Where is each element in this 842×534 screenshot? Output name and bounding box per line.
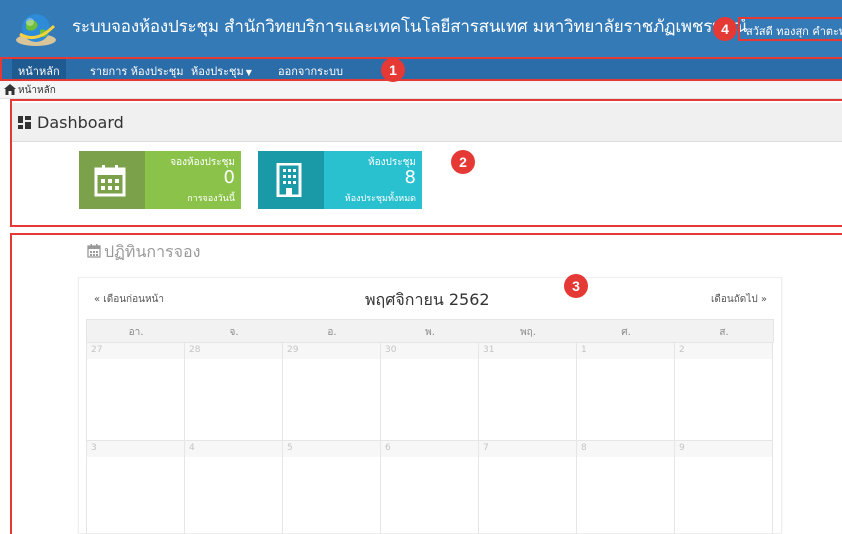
tile-body: ห้องประชุม 8 ห้องประชุมทั้งหมด	[324, 151, 422, 209]
day-number: 5	[287, 443, 293, 453]
day-number: 3	[91, 443, 97, 453]
tile-value: 8	[404, 167, 416, 188]
weekday-header: อา.	[128, 327, 144, 338]
user-greeting: สวัสดี ทองสุก คำตะพล	[746, 25, 842, 38]
weekday-header: พ.	[425, 327, 435, 338]
day-number-strip	[185, 441, 282, 457]
globe-logo-icon[interactable]	[14, 10, 58, 48]
next-month-link[interactable]: เดือนถัดไป »	[711, 292, 767, 307]
day-number: 6	[385, 443, 391, 453]
day-number: 1	[581, 345, 587, 355]
day-number-strip	[381, 441, 478, 457]
day-number: 29	[287, 345, 299, 355]
calendar-heading: ปฏิทินการจอง	[104, 242, 201, 261]
calendar-day-cell[interactable]: 8	[577, 441, 675, 534]
day-number: 7	[483, 443, 489, 453]
calendar-week: 27 28 29 30 31 1 2	[86, 343, 774, 441]
day-number-strip	[283, 441, 380, 457]
tile-value: 0	[223, 167, 235, 188]
calendar-heading-icon	[87, 244, 101, 258]
day-number-strip	[675, 343, 772, 359]
calendar-day-cell[interactable]: 29	[283, 343, 381, 441]
calendar-day-cell[interactable]: 31	[479, 343, 577, 441]
annotation-badge-3: 3	[564, 274, 588, 298]
weekday-header: พฤ.	[520, 327, 536, 338]
weekday-header: อ.	[327, 327, 337, 338]
weekday-header: ศ.	[621, 327, 631, 338]
calendar-day-cell[interactable]: 27	[87, 343, 185, 441]
calendar-day-cell[interactable]: 5	[283, 441, 381, 534]
calendar-day-cell[interactable]: 4	[185, 441, 283, 534]
nav-room-list[interactable]: รายการ ห้องประชุม	[90, 62, 184, 80]
annotation-badge-1: 1	[381, 58, 405, 82]
current-month-label: พฤศจิกายน 2562	[365, 290, 490, 309]
day-number-strip	[577, 343, 674, 359]
dashboard-title: Dashboard	[37, 113, 124, 132]
tile-total-rooms[interactable]: ห้องประชุม 8 ห้องประชุมทั้งหมด	[258, 151, 422, 209]
day-number: 27	[91, 345, 103, 355]
main-navbar: หน้าหลัก รายการ ห้องประชุม ห้องประชุม ▼ อ…	[0, 57, 842, 81]
nav-home[interactable]: หน้าหลัก	[12, 59, 66, 79]
day-number: 8	[581, 443, 587, 453]
nav-rooms-dropdown[interactable]: ห้องประชุม ▼	[191, 62, 252, 80]
dashboard-header: Dashboard	[12, 103, 842, 142]
breadcrumb-home[interactable]: หน้าหลัก	[18, 83, 56, 98]
page: ระบบจองห้องประชุม สำนักวิทยบริการและเทคโ…	[0, 0, 842, 534]
calendar-week: 3 4 5 6 7 8 9	[86, 441, 774, 534]
annotation-badge-4: 4	[713, 17, 737, 41]
tile-sub: ห้องประชุมทั้งหมด	[344, 194, 416, 204]
calendar-day-cell[interactable]: 9	[675, 441, 773, 534]
calendar-day-cell[interactable]: 6	[381, 441, 479, 534]
tile-icon-box	[79, 151, 145, 209]
calendar-day-cell[interactable]: 7	[479, 441, 577, 534]
weekday-header: ส.	[719, 327, 729, 338]
day-number-strip	[675, 441, 772, 457]
day-number: 31	[483, 345, 495, 355]
tile-icon-box	[258, 151, 324, 209]
nav-logout[interactable]: ออกจากระบบ	[278, 62, 343, 80]
day-number: 2	[679, 345, 685, 355]
calendar-day-cell[interactable]: 1	[577, 343, 675, 441]
tile-bookings-today[interactable]: จองห้องประชุม 0 การจองวันนี้	[79, 151, 241, 209]
tile-sub: การจองวันนี้	[187, 194, 235, 204]
calendar-day-cell[interactable]: 30	[381, 343, 479, 441]
building-icon	[276, 163, 302, 197]
day-number: 30	[385, 345, 397, 355]
caret-down-icon: ▼	[245, 68, 252, 77]
calendar-day-cell[interactable]: 2	[675, 343, 773, 441]
calendar-icon	[94, 165, 126, 197]
day-number-strip	[87, 441, 184, 457]
calendar-day-cell[interactable]: 28	[185, 343, 283, 441]
weekday-header: จ.	[229, 327, 239, 338]
tile-body: จองห้องประชุม 0 การจองวันนี้	[145, 151, 241, 209]
home-icon	[4, 84, 16, 95]
day-number: 9	[679, 443, 685, 453]
breadcrumb: หน้าหลัก	[0, 81, 842, 99]
day-number-strip	[577, 441, 674, 457]
calendar-day-cell[interactable]: 3	[87, 441, 185, 534]
nav-rooms-label: ห้องประชุม	[191, 65, 244, 78]
prev-month-link[interactable]: « เดือนก่อนหน้า	[94, 292, 164, 307]
annotation-badge-2: 2	[451, 150, 475, 174]
site-title: ระบบจองห้องประชุม สำนักวิทยบริการและเทคโ…	[72, 17, 748, 37]
day-number: 4	[189, 443, 195, 453]
day-number-strip	[479, 441, 576, 457]
dashboard-icon	[18, 116, 31, 129]
weekday-header-row: อา. จ. อ. พ. พฤ. ศ. ส.	[86, 319, 774, 343]
user-menu[interactable]: สวัสดี ทองสุก คำตะพล	[738, 17, 842, 41]
day-number: 28	[189, 345, 201, 355]
